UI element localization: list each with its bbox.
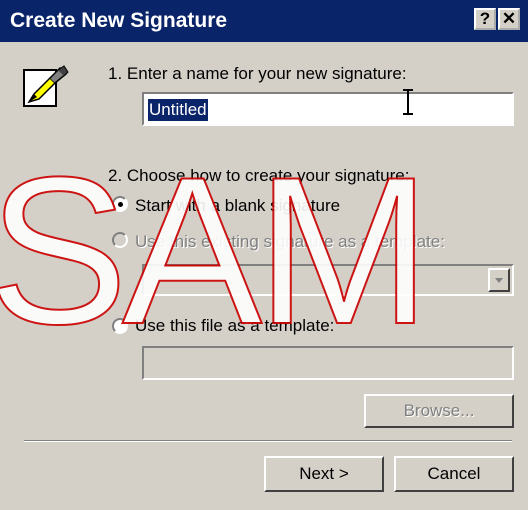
- close-button[interactable]: ✕: [498, 8, 520, 30]
- option-existing-label: Use this existing signature as a templat…: [135, 232, 445, 251]
- text-cursor-icon: [403, 89, 413, 115]
- window-title: Create New Signature: [10, 9, 228, 32]
- radio-file[interactable]: [112, 318, 128, 334]
- dropdown-button[interactable]: [488, 268, 510, 292]
- step2-label: 2. Choose how to create your signature:: [108, 166, 410, 185]
- separator: [24, 440, 512, 442]
- radio-blank[interactable]: [112, 196, 128, 212]
- existing-signature-select[interactable]: [142, 264, 514, 296]
- browse-button[interactable]: Browse...: [364, 394, 514, 428]
- signature-name-input[interactable]: Untitled: [142, 89, 514, 126]
- title-bar: Create New Signature ? ✕: [0, 0, 528, 42]
- chevron-down-icon: [495, 278, 503, 283]
- cancel-button[interactable]: Cancel: [394, 456, 514, 492]
- next-button[interactable]: Next >: [264, 456, 384, 492]
- option-file-label: Use this file as a template:: [135, 316, 335, 335]
- radio-existing[interactable]: [112, 232, 128, 248]
- option-blank-label: Start with a blank signature: [135, 196, 341, 215]
- signature-name-value: Untitled: [148, 99, 208, 121]
- step1-label: 1. Enter a name for your new signature:: [108, 64, 407, 83]
- signature-pen-icon: [23, 65, 69, 107]
- help-button[interactable]: ?: [474, 8, 496, 30]
- template-file-input[interactable]: [142, 346, 514, 380]
